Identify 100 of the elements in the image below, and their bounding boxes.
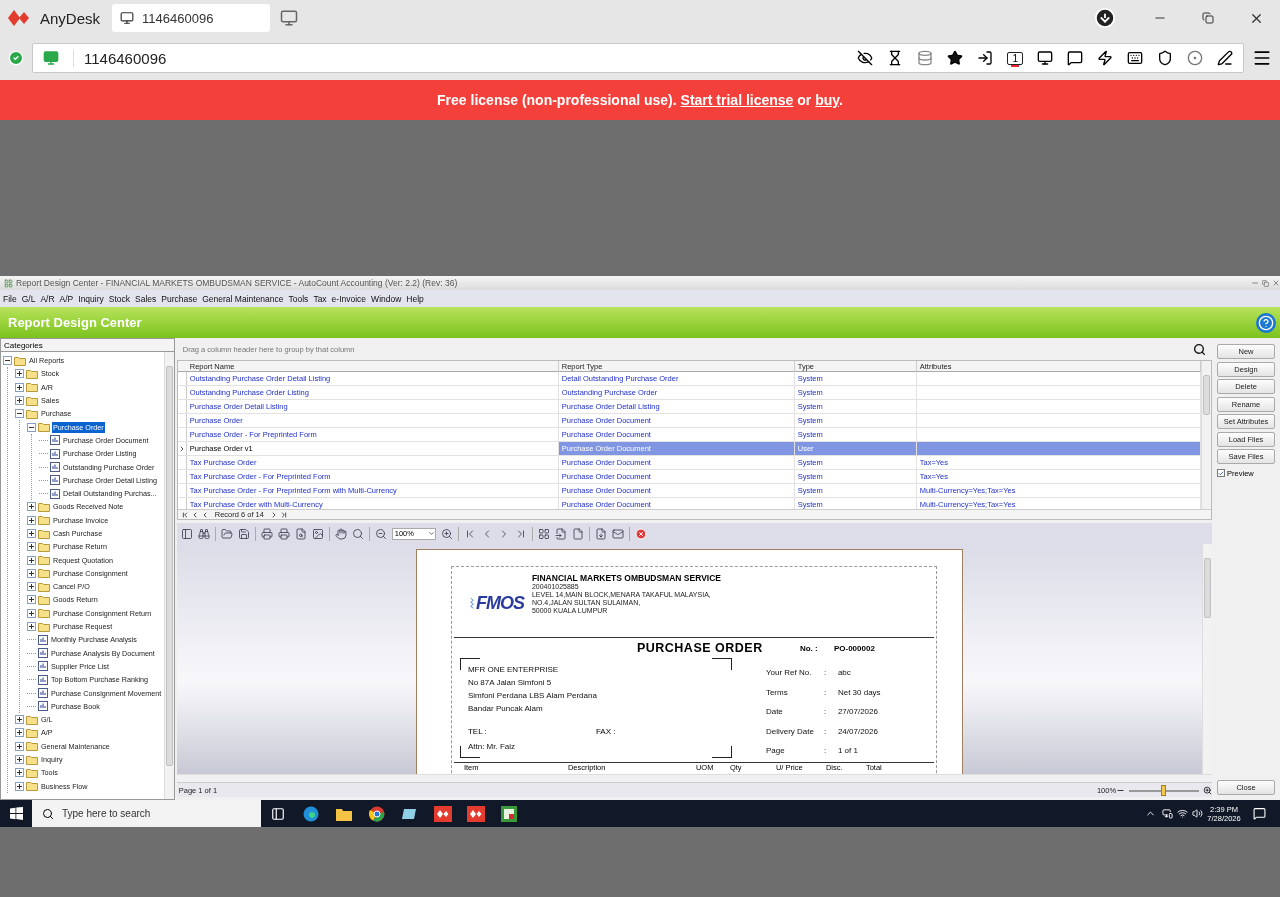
menu-item[interactable]: Window xyxy=(371,293,402,304)
notification-icon[interactable] xyxy=(1253,807,1266,820)
expand-icon[interactable] xyxy=(15,396,24,406)
expand-icon[interactable] xyxy=(27,608,36,618)
monitor-icon[interactable] xyxy=(1037,50,1053,66)
display-button[interactable]: 1 xyxy=(1007,51,1023,65)
collapse-icon[interactable] xyxy=(27,422,36,432)
search-icon[interactable] xyxy=(1193,342,1207,356)
zoom-in-icon[interactable] xyxy=(1203,785,1213,795)
expand-icon[interactable] xyxy=(27,582,36,592)
shield-icon[interactable] xyxy=(1157,50,1173,66)
mail-icon[interactable] xyxy=(611,527,624,540)
menu-item[interactable]: Tax xyxy=(313,293,327,304)
hand-icon[interactable] xyxy=(334,527,347,540)
menu-item[interactable]: Help xyxy=(406,293,424,304)
collapse-icon[interactable] xyxy=(3,356,12,366)
menu-item[interactable]: Sales xyxy=(135,293,157,304)
app-icon[interactable] xyxy=(401,806,418,821)
menu-item[interactable]: G/L xyxy=(21,293,36,304)
download-icon[interactable] xyxy=(1094,7,1116,29)
maximize-icon[interactable] xyxy=(1262,279,1269,287)
zoom-in-icon[interactable] xyxy=(440,527,453,540)
expand-icon[interactable] xyxy=(27,542,36,552)
menu-item[interactable]: e-Invoice xyxy=(331,293,367,304)
menu-item[interactable]: Inquiry xyxy=(78,293,104,304)
menu-item[interactable]: General Maintenance xyxy=(202,293,284,304)
menu-item[interactable]: A/R xyxy=(40,293,55,304)
expand-icon[interactable] xyxy=(15,768,24,778)
expand-icon[interactable] xyxy=(27,529,36,538)
privacy-icon[interactable] xyxy=(857,50,874,66)
expand-icon[interactable] xyxy=(27,595,36,605)
app-name: AnyDesk xyxy=(40,9,101,27)
close-preview-icon[interactable] xyxy=(634,527,647,540)
binoculars-icon[interactable] xyxy=(197,527,210,540)
print-icon[interactable] xyxy=(260,527,273,540)
device-icon[interactable] xyxy=(1162,808,1173,819)
export-icon[interactable] xyxy=(554,527,567,540)
volume-icon[interactable] xyxy=(1192,808,1203,819)
expand-icon[interactable] xyxy=(15,369,24,379)
scrollbar[interactable] xyxy=(163,352,174,799)
task-view-icon[interactable] xyxy=(270,806,285,821)
menu-item[interactable]: Purchase xyxy=(161,293,198,304)
star-icon[interactable] xyxy=(947,50,964,66)
expand-icon[interactable] xyxy=(15,741,24,751)
magnifier-icon[interactable] xyxy=(351,527,364,540)
address-field[interactable]: 1146460096 1 xyxy=(32,43,1244,73)
background-icon[interactable] xyxy=(311,527,324,540)
quick-print-icon[interactable] xyxy=(277,527,290,540)
save-icon[interactable] xyxy=(237,527,250,540)
new-session-icon[interactable] xyxy=(280,9,299,27)
browser-icon[interactable] xyxy=(302,805,319,822)
expand-icon[interactable] xyxy=(15,715,24,725)
menu-icon[interactable] xyxy=(1252,48,1272,68)
expand-icon[interactable] xyxy=(15,755,24,765)
expand-icon[interactable] xyxy=(15,728,24,738)
trial-link[interactable]: Start trial license xyxy=(680,92,794,108)
expand-icon[interactable] xyxy=(27,515,36,525)
session-tab[interactable]: 1146460096 xyxy=(112,4,271,32)
expand-icon[interactable] xyxy=(27,622,36,632)
menu-item[interactable]: Stock xyxy=(108,293,131,304)
first-icon[interactable] xyxy=(180,510,189,519)
keyboard-icon[interactable] xyxy=(1127,50,1143,66)
menu-item[interactable]: Tools xyxy=(288,293,309,304)
collapse-icon[interactable] xyxy=(15,409,24,419)
folder-icon xyxy=(26,781,38,792)
multiple-pages-icon[interactable] xyxy=(537,527,550,540)
maximize-icon[interactable] xyxy=(1202,12,1214,24)
record-icon[interactable] xyxy=(1187,50,1203,66)
open-icon[interactable] xyxy=(220,527,233,540)
caret-icon[interactable] xyxy=(427,530,435,537)
taskbar-search[interactable]: Type here to search xyxy=(32,800,261,827)
pen-icon[interactable] xyxy=(1217,50,1233,66)
expand-icon[interactable] xyxy=(27,568,36,578)
expand-icon[interactable] xyxy=(15,382,24,392)
expand-icon[interactable] xyxy=(27,555,36,565)
spreadsheet-icon[interactable] xyxy=(500,805,517,822)
folder-icon xyxy=(38,595,50,605)
expand-icon[interactable] xyxy=(15,781,24,791)
page-icon[interactable] xyxy=(571,527,584,540)
panel-icon[interactable] xyxy=(180,527,193,540)
lightning-icon[interactable] xyxy=(1097,50,1113,66)
browser-icon[interactable] xyxy=(368,805,385,822)
windows-icon[interactable] xyxy=(9,807,23,820)
scrollbar[interactable] xyxy=(1202,544,1213,774)
export-document-icon[interactable] xyxy=(594,527,607,540)
page-setup-icon[interactable] xyxy=(294,527,307,540)
file-transfer-icon[interactable] xyxy=(977,50,994,66)
folder-icon[interactable] xyxy=(335,806,352,821)
expand-icon[interactable] xyxy=(27,502,36,512)
preview-checkbox[interactable] xyxy=(1217,469,1226,477)
field-colon: : xyxy=(823,667,828,679)
last-icon[interactable] xyxy=(279,510,288,519)
scrollbar[interactable] xyxy=(1201,361,1212,509)
chat-icon[interactable] xyxy=(1067,50,1083,66)
menu-item[interactable]: A/P xyxy=(59,293,74,304)
zoom-out-icon[interactable] xyxy=(374,527,387,540)
database-icon[interactable] xyxy=(917,50,934,66)
network-icon[interactable] xyxy=(1177,808,1188,819)
menu-item[interactable]: File xyxy=(3,293,17,304)
help-icon[interactable] xyxy=(1256,312,1276,333)
